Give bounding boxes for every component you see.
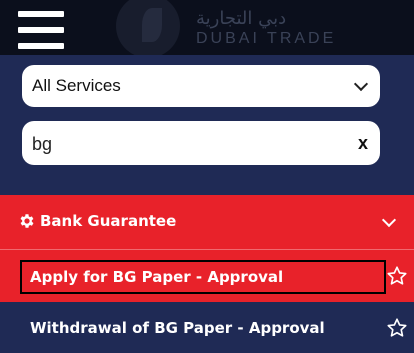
- logo-arabic-text: دبي التجارية: [196, 8, 287, 29]
- chevron-down-icon: [353, 76, 369, 91]
- top-bar: دبي التجارية DUBAI TRADE: [0, 0, 414, 55]
- category-label: Bank Guarantee: [40, 212, 177, 230]
- logo-english-text: DUBAI TRADE: [196, 30, 337, 47]
- star-outline-icon[interactable]: [386, 265, 408, 287]
- list-item: Apply for BG Paper - Approval: [0, 249, 414, 302]
- hamburger-line: [18, 27, 64, 33]
- search-input[interactable]: [30, 121, 334, 167]
- gear-icon: [20, 214, 34, 228]
- list-item-label: Apply for BG Paper - Approval: [30, 268, 284, 286]
- service-select[interactable]: All Services: [22, 65, 380, 107]
- category-header-bank-guarantee[interactable]: Bank Guarantee: [0, 195, 414, 249]
- hamburger-line: [18, 11, 64, 17]
- chevron-down-icon[interactable]: [381, 212, 397, 228]
- clear-search-button[interactable]: x: [358, 133, 368, 154]
- list-item-label: Withdrawal of BG Paper - Approval: [30, 319, 325, 337]
- apply-bg-paper-link[interactable]: Apply for BG Paper - Approval: [20, 260, 386, 294]
- hamburger-menu-icon[interactable]: [18, 8, 64, 52]
- star-outline-icon[interactable]: [386, 317, 408, 339]
- service-select-value: All Services: [32, 76, 121, 95]
- dubai-trade-logo-icon: [116, 0, 180, 55]
- list-item[interactable]: Withdrawal of BG Paper - Approval: [0, 302, 414, 353]
- filter-panel: All Services x: [0, 55, 414, 195]
- hamburger-line: [18, 43, 64, 49]
- search-field: x: [22, 121, 380, 167]
